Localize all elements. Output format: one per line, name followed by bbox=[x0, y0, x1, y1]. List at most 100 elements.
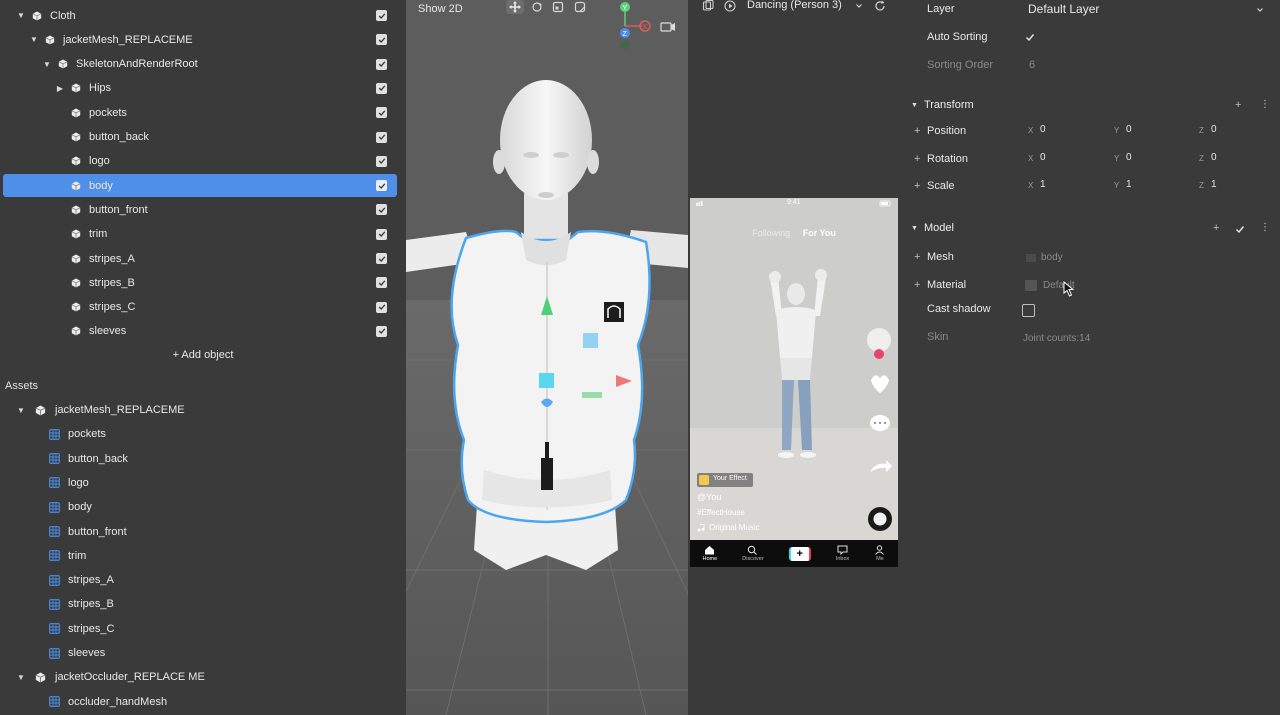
material-expand-icon[interactable]: + bbox=[914, 279, 920, 291]
hierarchy-item-stripes-c[interactable]: stripes_C bbox=[3, 296, 397, 319]
model-more-icon[interactable]: ⋮ bbox=[1260, 222, 1270, 233]
sorting-order-value[interactable]: 6 bbox=[1029, 59, 1035, 71]
position-expand-icon[interactable]: + bbox=[914, 125, 920, 137]
hierarchy-item-sleeves[interactable]: sleeves bbox=[3, 320, 397, 343]
hierarchy-item-button-back[interactable]: button_back bbox=[3, 126, 397, 149]
add-object-button[interactable]: + Add object bbox=[0, 349, 406, 361]
hierarchy-item-pockets[interactable]: pockets bbox=[3, 101, 397, 124]
preview-video-select[interactable]: Dancing (Person 3) bbox=[747, 0, 842, 11]
hierarchy-item-button-front[interactable]: button_front bbox=[3, 198, 397, 221]
auto-sorting-checkmark-icon[interactable] bbox=[1025, 33, 1035, 42]
rect-tool-icon[interactable] bbox=[571, 0, 589, 14]
tab-following[interactable]: Following bbox=[752, 228, 790, 238]
visibility-checkbox[interactable] bbox=[376, 325, 387, 337]
hierarchy-item-stripes-a[interactable]: stripes_A bbox=[3, 247, 397, 270]
caret-down-icon[interactable]: ▼ bbox=[16, 11, 26, 21]
visibility-checkbox[interactable] bbox=[376, 10, 387, 21]
asset-item-sleeves[interactable]: sleeves bbox=[0, 641, 406, 665]
asset-item-logo[interactable]: logo bbox=[0, 471, 406, 495]
caret-right-icon[interactable]: ▶ bbox=[55, 83, 65, 93]
scale-tool-icon[interactable] bbox=[549, 0, 567, 14]
phone-preview[interactable]: 9:41 Following For You Your Effect @You … bbox=[690, 198, 898, 567]
transform-section-header[interactable]: ▼ Transform bbox=[911, 99, 974, 111]
show-2d-toggle[interactable]: Show 2D bbox=[418, 3, 463, 15]
gizmo-plane-handle[interactable] bbox=[583, 333, 598, 348]
chevron-down-icon[interactable] bbox=[855, 2, 863, 10]
visibility-checkbox[interactable] bbox=[376, 277, 387, 289]
position-z-field[interactable]: 0 bbox=[1211, 124, 1217, 135]
hierarchy-item-trim[interactable]: trim bbox=[3, 223, 397, 246]
scale-x-field[interactable]: 1 bbox=[1040, 179, 1046, 190]
rotation-y-field[interactable]: 0 bbox=[1126, 152, 1132, 163]
asset-item-occluder-handmesh[interactable]: occluder_handMesh bbox=[0, 690, 406, 714]
scale-expand-icon[interactable]: + bbox=[914, 180, 920, 192]
hierarchy-item-body[interactable]: body bbox=[3, 174, 397, 198]
move-tool-icon[interactable] bbox=[506, 0, 524, 14]
asset-item-pockets[interactable]: pockets bbox=[0, 422, 406, 446]
asset-item-stripes-c[interactable]: stripes_C bbox=[0, 617, 406, 641]
asset-item-stripes-a[interactable]: stripes_A bbox=[0, 568, 406, 592]
cast-shadow-checkbox[interactable] bbox=[1022, 304, 1035, 317]
visibility-checkbox[interactable] bbox=[376, 180, 387, 192]
visibility-checkbox[interactable] bbox=[376, 107, 387, 119]
nav-discover[interactable]: Discover bbox=[742, 545, 764, 562]
visibility-checkbox[interactable] bbox=[376, 34, 387, 46]
nav-me[interactable]: Me bbox=[874, 545, 885, 562]
asset-item-stripes-b[interactable]: stripes_B bbox=[0, 592, 406, 616]
caret-down-icon[interactable]: ▼ bbox=[42, 59, 52, 69]
position-x-field[interactable]: 0 bbox=[1040, 124, 1046, 135]
asset-item-body[interactable]: body bbox=[0, 495, 406, 519]
profile-avatar[interactable] bbox=[867, 328, 891, 352]
asset-item-button-front[interactable]: button_front bbox=[0, 520, 406, 544]
gizmo-center-handle[interactable] bbox=[539, 373, 554, 388]
hierarchy-item-skeletonandrenderroot[interactable]: ▼ SkeletonAndRenderRoot bbox=[3, 53, 397, 76]
asset-item-jacketmesh-replaceme[interactable]: ▼ jacketMesh_REPLACEME bbox=[0, 398, 406, 422]
video-music[interactable]: Original Music bbox=[697, 523, 760, 532]
rotation-expand-icon[interactable]: + bbox=[914, 153, 920, 165]
scene-viewport[interactable]: Y X Z Show 2D bbox=[406, 0, 688, 715]
caret-down-icon[interactable]: ▼ bbox=[16, 672, 26, 682]
video-username[interactable]: @You bbox=[697, 492, 721, 502]
visibility-checkbox[interactable] bbox=[376, 131, 387, 143]
visibility-checkbox[interactable] bbox=[376, 82, 387, 94]
video-hashtag[interactable]: #EffectHouse bbox=[697, 508, 745, 517]
rotation-z-field[interactable]: 0 bbox=[1211, 152, 1217, 163]
model-section-header[interactable]: ▼ Model bbox=[911, 222, 954, 234]
transform-add-icon[interactable]: + bbox=[1235, 99, 1241, 111]
rotate-tool-icon[interactable] bbox=[528, 0, 546, 14]
create-button[interactable]: + bbox=[788, 546, 811, 561]
scale-y-field[interactable]: 1 bbox=[1126, 179, 1132, 190]
nav-create[interactable]: + bbox=[788, 546, 811, 561]
visibility-checkbox[interactable] bbox=[376, 228, 387, 240]
refresh-icon[interactable] bbox=[874, 0, 886, 12]
device-icon[interactable] bbox=[702, 0, 714, 12]
model-add-icon[interactable]: + bbox=[1213, 222, 1219, 234]
mesh-expand-icon[interactable]: + bbox=[914, 251, 920, 263]
layer-chevron-down-icon[interactable] bbox=[1256, 6, 1264, 14]
asset-item-trim[interactable]: trim bbox=[0, 544, 406, 568]
tab-for-you[interactable]: For You bbox=[803, 228, 836, 238]
caret-down-icon[interactable]: ▼ bbox=[16, 405, 26, 415]
model-enabled-check-icon[interactable] bbox=[1235, 225, 1245, 234]
hierarchy-item-cloth[interactable]: ▼ Cloth bbox=[3, 4, 397, 27]
hierarchy-item-hips[interactable]: ▶ Hips bbox=[3, 77, 397, 100]
hierarchy-item-jacketmesh-replaceme[interactable]: ▼ jacketMesh_REPLACEME bbox=[3, 28, 397, 51]
visibility-checkbox[interactable] bbox=[376, 253, 387, 264]
hierarchy-item-stripes-b[interactable]: stripes_B bbox=[3, 271, 397, 294]
position-y-field[interactable]: 0 bbox=[1126, 124, 1132, 135]
visibility-checkbox[interactable] bbox=[376, 58, 387, 70]
visibility-checkbox[interactable] bbox=[376, 301, 387, 313]
caret-down-icon[interactable]: ▼ bbox=[29, 35, 39, 45]
layer-select[interactable]: Default Layer bbox=[1028, 2, 1099, 16]
play-icon[interactable] bbox=[724, 0, 736, 12]
visibility-checkbox[interactable] bbox=[376, 155, 387, 167]
asset-item-button-back[interactable]: button_back bbox=[0, 447, 406, 471]
rotation-x-field[interactable]: 0 bbox=[1040, 152, 1046, 163]
visibility-checkbox[interactable] bbox=[376, 204, 387, 216]
mesh-value[interactable]: body bbox=[1041, 252, 1063, 263]
hierarchy-item-logo[interactable]: logo bbox=[3, 150, 397, 173]
nav-home[interactable]: Home bbox=[703, 545, 717, 562]
asset-item-jacketoccluder-replace-me[interactable]: ▼ jacketOccluder_REPLACE ME bbox=[0, 665, 406, 689]
nav-inbox[interactable]: Inbox bbox=[836, 545, 849, 562]
transform-more-icon[interactable]: ⋮ bbox=[1260, 99, 1270, 110]
